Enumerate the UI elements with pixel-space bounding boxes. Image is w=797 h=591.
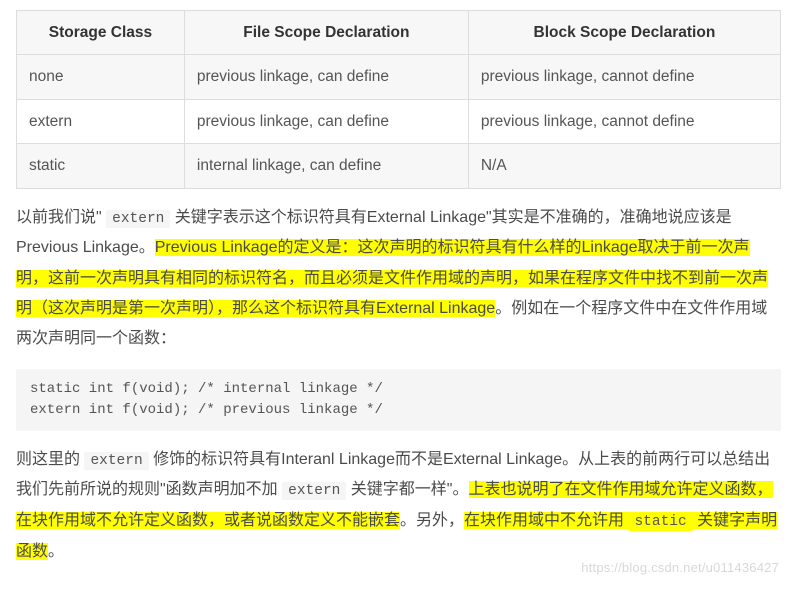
text: 。另外，	[400, 512, 464, 529]
cell: static	[17, 144, 185, 188]
paragraph-1: 以前我们说" extern 关键字表示这个标识符具有External Linka…	[16, 203, 781, 355]
th-block-scope: Block Scope Declaration	[468, 11, 780, 55]
cell: extern	[17, 99, 185, 143]
text: 。	[48, 543, 64, 560]
table-header-row: Storage Class File Scope Declaration Blo…	[17, 11, 781, 55]
table-row: none previous linkage, can define previo…	[17, 55, 781, 99]
th-file-scope: File Scope Declaration	[184, 11, 468, 55]
code-static: static	[628, 513, 692, 531]
cell: N/A	[468, 144, 780, 188]
cell: previous linkage, can define	[184, 99, 468, 143]
th-storage-class: Storage Class	[17, 11, 185, 55]
cell: previous linkage, cannot define	[468, 55, 780, 99]
paragraph-2: 则这里的 extern 修饰的标识符具有Interanl Linkage而不是E…	[16, 445, 781, 567]
table-row: static internal linkage, can define N/A	[17, 144, 781, 188]
text: 在块作用域中不允许用	[464, 512, 628, 529]
code-extern: extern	[106, 210, 170, 228]
table-row: extern previous linkage, can define prev…	[17, 99, 781, 143]
code-extern: extern	[84, 452, 148, 470]
text: 关键字都一样"。	[346, 481, 468, 498]
text: 以前我们说"	[16, 209, 106, 226]
text: 则这里的	[16, 451, 84, 468]
linkage-table: Storage Class File Scope Declaration Blo…	[16, 10, 781, 189]
cell: previous linkage, cannot define	[468, 99, 780, 143]
code-block-linkage-example: static int f(void); /* internal linkage …	[16, 369, 781, 431]
code-extern: extern	[282, 482, 346, 500]
cell: internal linkage, can define	[184, 144, 468, 188]
cell: previous linkage, can define	[184, 55, 468, 99]
cell: none	[17, 55, 185, 99]
